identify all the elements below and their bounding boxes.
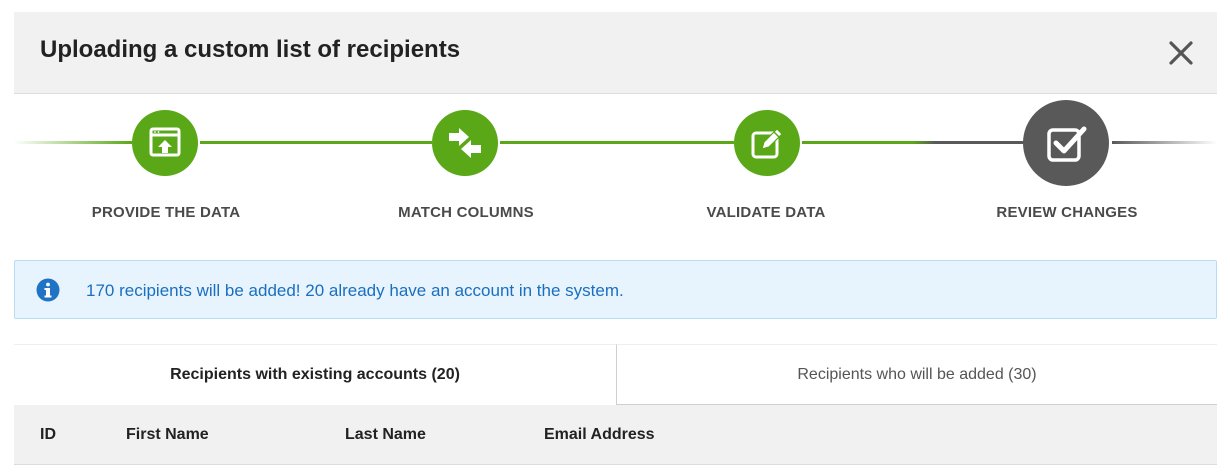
step-label: REVIEW CHANGES	[996, 204, 1138, 221]
step-label: MATCH COLUMNS	[398, 204, 534, 221]
table-header: ID First Name Last Name Email Address	[14, 405, 1217, 465]
progress-stepper: PROVIDE THE DATA MATCH COLUMNS VALIDATE …	[14, 94, 1217, 244]
column-header-last-name[interactable]: Last Name	[345, 426, 426, 444]
tab-will-be-added[interactable]: Recipients who will be added (30)	[616, 344, 1217, 405]
checkbox-icon	[1023, 100, 1109, 186]
upload-dialog: Uploading a custom list of recipients PR…	[14, 12, 1217, 476]
dialog-header: Uploading a custom list of recipients	[14, 12, 1217, 94]
edit-pencil-icon	[734, 110, 800, 176]
column-header-email[interactable]: Email Address	[544, 426, 655, 444]
info-alert: 170 recipients will be added! 20 already…	[14, 260, 1217, 319]
step-label: PROVIDE THE DATA	[91, 204, 241, 221]
tab-existing-accounts[interactable]: Recipients with existing accounts (20)	[14, 344, 616, 405]
stepper-track-start	[14, 141, 132, 144]
upload-window-icon	[132, 110, 198, 176]
close-icon[interactable]	[1164, 36, 1198, 70]
stepper-track-2-3	[500, 141, 734, 144]
stepper-track-1-2	[200, 141, 432, 144]
alert-message: 170 recipients will be added! 20 already…	[86, 281, 624, 300]
swap-arrows-icon	[432, 110, 498, 176]
dialog-title: Uploading a custom list of recipients	[40, 36, 461, 63]
info-icon	[36, 278, 60, 302]
column-header-first-name[interactable]: First Name	[126, 426, 209, 444]
recipient-tabs: Recipients with existing accounts (20) R…	[14, 344, 1217, 405]
column-header-id[interactable]: ID	[40, 426, 56, 444]
stepper-track-3-4	[802, 141, 1024, 144]
stepper-track-end	[1112, 141, 1217, 144]
step-label: VALIDATE DATA	[706, 204, 826, 221]
